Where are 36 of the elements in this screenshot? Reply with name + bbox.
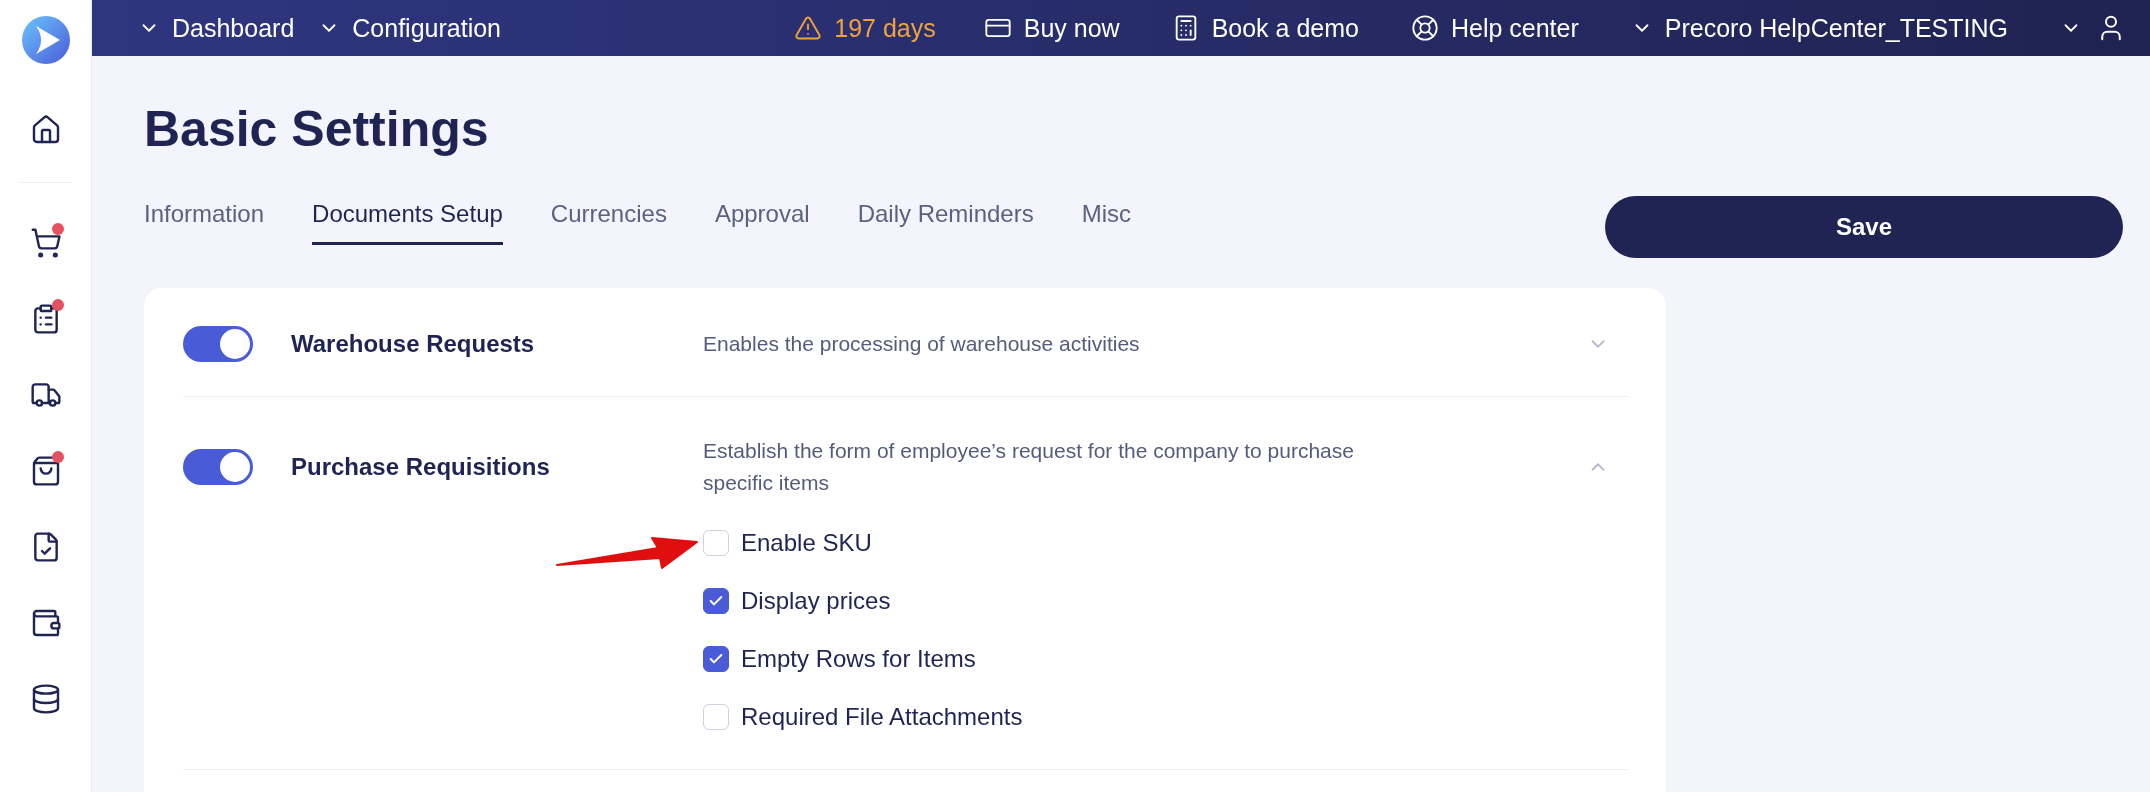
toggle-switch[interactable] bbox=[183, 449, 253, 485]
tab[interactable]: Documents Setup bbox=[312, 200, 503, 245]
checkbox-label: Required File Attachments bbox=[741, 703, 1023, 731]
topbar-link[interactable]: Book a demo bbox=[1171, 13, 1359, 43]
topbar-link[interactable]: Help center bbox=[1410, 13, 1579, 43]
nav-menu[interactable]: Dashboard bbox=[138, 13, 295, 43]
checkbox[interactable] bbox=[703, 646, 729, 672]
trial-days: 197 days bbox=[834, 13, 936, 43]
page-title: Basic Settings bbox=[144, 102, 490, 157]
topbar-link[interactable]: Buy now bbox=[983, 13, 1120, 43]
tab[interactable]: Misc bbox=[1081, 200, 1131, 245]
checkbox[interactable] bbox=[703, 588, 729, 614]
toggle-switch[interactable] bbox=[183, 326, 253, 362]
cart-icon bbox=[29, 227, 62, 259]
tab[interactable]: Daily Reminders bbox=[857, 200, 1034, 245]
checkbox-label: Enable SKU bbox=[741, 529, 872, 557]
nav-label: Dashboard bbox=[172, 13, 295, 43]
nav-label: Configuration bbox=[352, 13, 502, 43]
setting-description: Enables the processing of warehouse activities bbox=[703, 331, 1141, 357]
link-label: Buy now bbox=[1023, 13, 1120, 43]
logo-icon bbox=[21, 16, 70, 64]
link-label: Book a demo bbox=[1211, 13, 1359, 43]
tab[interactable]: Currencies bbox=[550, 200, 667, 245]
warning-icon bbox=[794, 14, 823, 42]
tab[interactable]: Approval bbox=[714, 200, 810, 245]
setting-title: Purchase Requisitions bbox=[291, 453, 551, 481]
setting-description: Establish the form of employee’s request for the company to purchase specific items bbox=[703, 438, 1355, 496]
save-button[interactable]: Save bbox=[1605, 196, 2123, 258]
checkbox-label: Display prices bbox=[741, 587, 891, 615]
lifebuoy-icon bbox=[1410, 14, 1439, 42]
link-label: Help center bbox=[1450, 13, 1579, 43]
checkbox-label: Empty Rows for Items bbox=[741, 645, 976, 673]
trial-indicator[interactable]: 197 days bbox=[794, 13, 936, 43]
nav-menu[interactable]: Configuration bbox=[318, 13, 502, 43]
tab[interactable]: Information bbox=[144, 200, 265, 245]
setting-title: Warehouse Requests bbox=[291, 330, 536, 358]
